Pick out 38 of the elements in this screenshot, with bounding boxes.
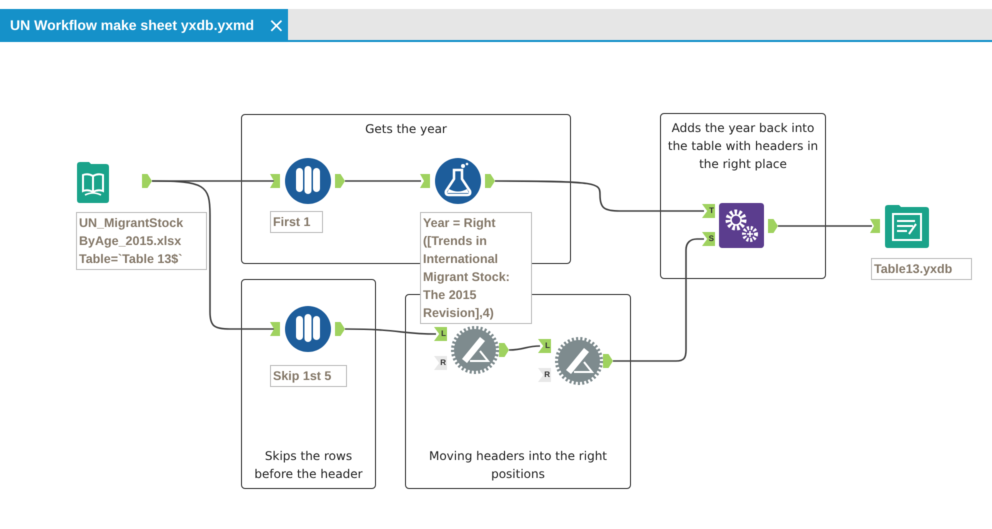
output-anchor[interactable] bbox=[768, 219, 778, 233]
output-anchor[interactable] bbox=[603, 354, 613, 368]
container-caption: Skips the rows before the header bbox=[253, 448, 364, 483]
output-anchor[interactable] bbox=[335, 174, 345, 188]
flask-icon[interactable] bbox=[435, 158, 481, 204]
output-anchor[interactable] bbox=[142, 174, 152, 188]
close-button[interactable]: × bbox=[264, 14, 289, 34]
container-caption: Moving headers into the right positions bbox=[428, 448, 608, 483]
document-icon[interactable] bbox=[885, 204, 929, 248]
input-anchor[interactable]: T bbox=[702, 204, 715, 218]
connector-line bbox=[508, 345, 540, 351]
input-anchor[interactable]: R bbox=[434, 356, 447, 370]
pen-badge-icon[interactable] bbox=[554, 336, 604, 386]
input-anchor[interactable]: S bbox=[702, 232, 715, 246]
input-anchor[interactable]: R bbox=[538, 368, 551, 382]
container-caption: Adds the year back into the table with headers in the right place bbox=[666, 120, 820, 173]
output-anchor[interactable] bbox=[335, 322, 345, 336]
tool-annotation: Skip 1st 5 bbox=[270, 365, 347, 387]
document-tab[interactable]: UN Workflow make sheet yxdb.yxmd × bbox=[0, 9, 288, 40]
container-caption: Gets the year bbox=[365, 121, 447, 138]
tab-title: UN Workflow make sheet yxdb.yxmd bbox=[10, 16, 254, 32]
output-anchor[interactable] bbox=[499, 343, 509, 357]
input-anchor[interactable] bbox=[270, 174, 280, 188]
test-tubes-icon[interactable] bbox=[285, 306, 331, 352]
input-anchor[interactable] bbox=[270, 322, 280, 336]
tool-annotation: First 1 bbox=[270, 211, 323, 233]
input-anchor[interactable]: L bbox=[434, 327, 447, 341]
gears-icon[interactable] bbox=[719, 203, 764, 248]
test-tubes-icon[interactable] bbox=[285, 158, 331, 204]
book-icon[interactable] bbox=[77, 159, 109, 203]
pen-badge-icon[interactable] bbox=[450, 325, 500, 375]
tool-annotation: Table13.yxdb bbox=[871, 258, 972, 280]
input-anchor[interactable] bbox=[870, 219, 880, 233]
tool-annotation: Year = Right ([Trends in International Migrant Stock: The 2015 Revision],4) bbox=[420, 212, 532, 324]
input-anchor[interactable]: L bbox=[538, 339, 551, 353]
tool-annotation: UN_MigrantStock ByAge_2015.xlsx Table=`Table 13$` bbox=[76, 212, 207, 270]
input-anchor[interactable] bbox=[420, 174, 430, 188]
output-anchor[interactable] bbox=[485, 174, 495, 188]
